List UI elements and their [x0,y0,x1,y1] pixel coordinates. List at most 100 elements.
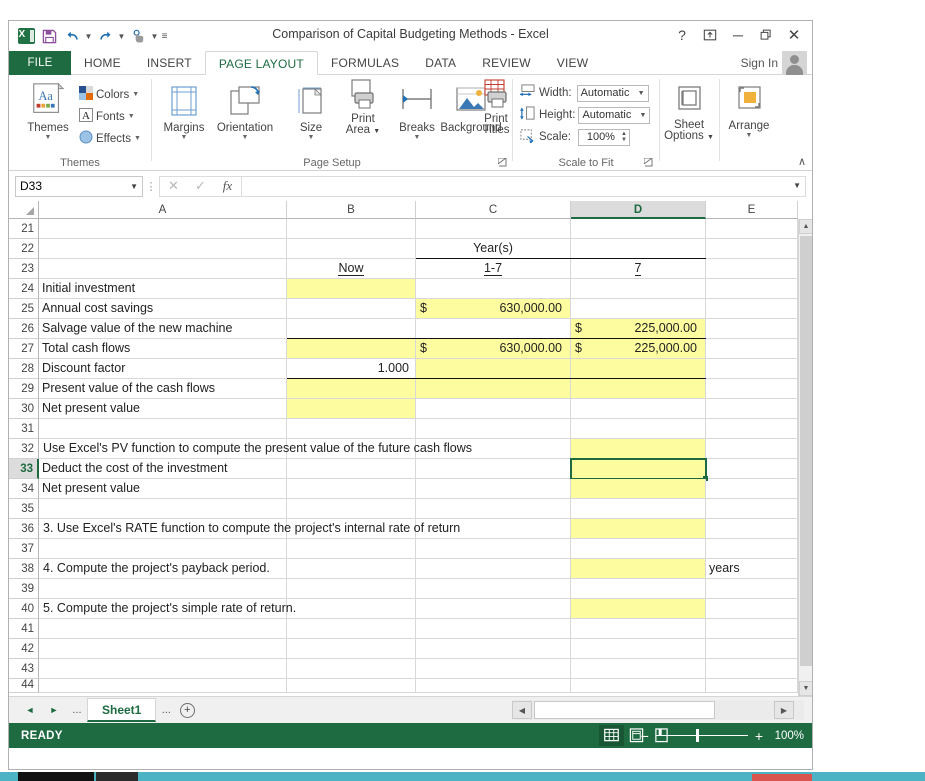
cell-a37[interactable] [39,539,287,559]
zoom-slider-thumb[interactable] [695,729,699,742]
colors-button[interactable]: Colors ▼ [79,86,139,103]
row-header-43[interactable]: 43 [9,659,39,679]
row-header-23[interactable]: 23 [9,259,39,279]
cell-d38[interactable] [571,559,706,579]
cancel-formula-icon[interactable]: ✕ [160,177,187,196]
row-header-33[interactable]: 33 [9,459,39,479]
cell-e29[interactable] [706,379,798,399]
cell-c33[interactable] [416,459,571,479]
cell-c36[interactable] [416,519,571,539]
help-button[interactable]: ? [668,23,696,47]
formula-input[interactable]: ▼ [241,175,806,197]
row-header-21[interactable]: 21 [9,219,39,239]
cell-d33[interactable] [571,459,706,479]
cell-b22[interactable] [287,239,416,259]
effects-dropdown-icon[interactable]: ▼ [134,135,141,142]
tab-home[interactable]: HOME [71,51,134,75]
cell-d30[interactable] [571,399,706,419]
cell-e25[interactable] [706,299,798,319]
row-header-41[interactable]: 41 [9,619,39,639]
cell-a23[interactable] [39,259,287,279]
cell-a32[interactable] [39,439,287,459]
scroll-left-arrow-icon[interactable]: ◀ [512,701,532,719]
cell-d29[interactable] [571,379,706,399]
column-header-d[interactable]: D [571,201,706,219]
cell-b43[interactable] [287,659,416,679]
cell-b35[interactable] [287,499,416,519]
cell-a43[interactable] [39,659,287,679]
row-header-28[interactable]: 28 [9,359,39,379]
row-header-42[interactable]: 42 [9,639,39,659]
redo-dropdown-icon[interactable]: ▼ [117,32,126,41]
cell-c28[interactable] [416,359,571,379]
themes-dropdown-icon[interactable]: ▼ [19,134,77,141]
row-header-24[interactable]: 24 [9,279,39,299]
collapse-ribbon-button[interactable]: ∧ [798,155,806,168]
cell-c37[interactable] [416,539,571,559]
cell-c30[interactable] [416,399,571,419]
cell-d25[interactable] [571,299,706,319]
cell-c38[interactable] [416,559,571,579]
cell-c40[interactable] [416,599,571,619]
row-header-30[interactable]: 30 [9,399,39,419]
margins-button[interactable]: Margins ▼ [155,85,213,141]
cell-a34[interactable]: Net present value [39,479,287,499]
margins-dropdown-icon[interactable]: ▼ [155,134,213,141]
cell-c34[interactable] [416,479,571,499]
cell-a30[interactable]: Net present value [39,399,287,419]
row-header-35[interactable]: 35 [9,499,39,519]
cell-d40[interactable] [571,599,706,619]
row-header-38[interactable]: 38 [9,559,39,579]
cell-d23[interactable]: 7 [571,259,706,279]
cell-a38[interactable] [39,559,287,579]
cell-a22[interactable] [39,239,287,259]
touch-mode-icon[interactable] [127,25,149,47]
cell-b44[interactable] [287,679,416,693]
cell-c43[interactable] [416,659,571,679]
tab-view[interactable]: VIEW [544,51,601,75]
undo-icon[interactable] [61,25,83,47]
cell-d32[interactable] [571,439,706,459]
cell-a31[interactable] [39,419,287,439]
cell-c29[interactable] [416,379,571,399]
cell-a25[interactable]: Annual cost savings [39,299,287,319]
save-icon[interactable] [38,25,60,47]
cell-e39[interactable] [706,579,798,599]
cell-b23[interactable]: Now [287,259,416,279]
sheet-tab-sheet1[interactable]: Sheet1 [87,698,157,722]
cell-c39[interactable] [416,579,571,599]
sign-in-button[interactable]: Sign In [741,51,778,75]
row-header-40[interactable]: 40 [9,599,39,619]
name-box-dropdown-icon[interactable]: ▼ [130,182,138,191]
cell-d22[interactable] [571,239,706,259]
cell-b41[interactable] [287,619,416,639]
size-button[interactable]: Size ▼ [282,85,340,141]
cell-d36[interactable] [571,519,706,539]
colors-dropdown-icon[interactable]: ▼ [132,91,139,98]
cell-b26[interactable] [287,319,416,339]
cell-d43[interactable] [571,659,706,679]
cell-b30[interactable] [287,399,416,419]
scale-input[interactable]: 100% ▲ ▼ [577,128,630,146]
cell-e22[interactable] [706,239,798,259]
cell-b33[interactable] [287,459,416,479]
row-header-32[interactable]: 32 [9,439,39,459]
scroll-up-arrow-icon[interactable]: ▲ [799,219,812,234]
cell-e36[interactable] [706,519,798,539]
cell-c27[interactable]: $630,000.00 [416,339,571,359]
cell-b21[interactable] [287,219,416,239]
redo-icon[interactable] [94,25,116,47]
cell-c26[interactable] [416,319,571,339]
row-header-44[interactable]: 44 [9,679,39,693]
print-area-button[interactable]: Print Area ▼ [334,79,392,137]
zoom-out-button[interactable]: − [641,729,649,743]
cell-e27[interactable] [706,339,798,359]
horizontal-scroll-thumb[interactable] [534,701,715,719]
cell-e35[interactable] [706,499,798,519]
new-sheet-button[interactable]: + [176,699,198,721]
zoom-level-label[interactable]: 100% [770,730,804,742]
cell-d26[interactable]: $225,000.00 [571,319,706,339]
cell-e38[interactable]: years [706,559,798,579]
name-box[interactable]: D33 ▼ [15,175,143,197]
cell-b36[interactable] [287,519,416,539]
